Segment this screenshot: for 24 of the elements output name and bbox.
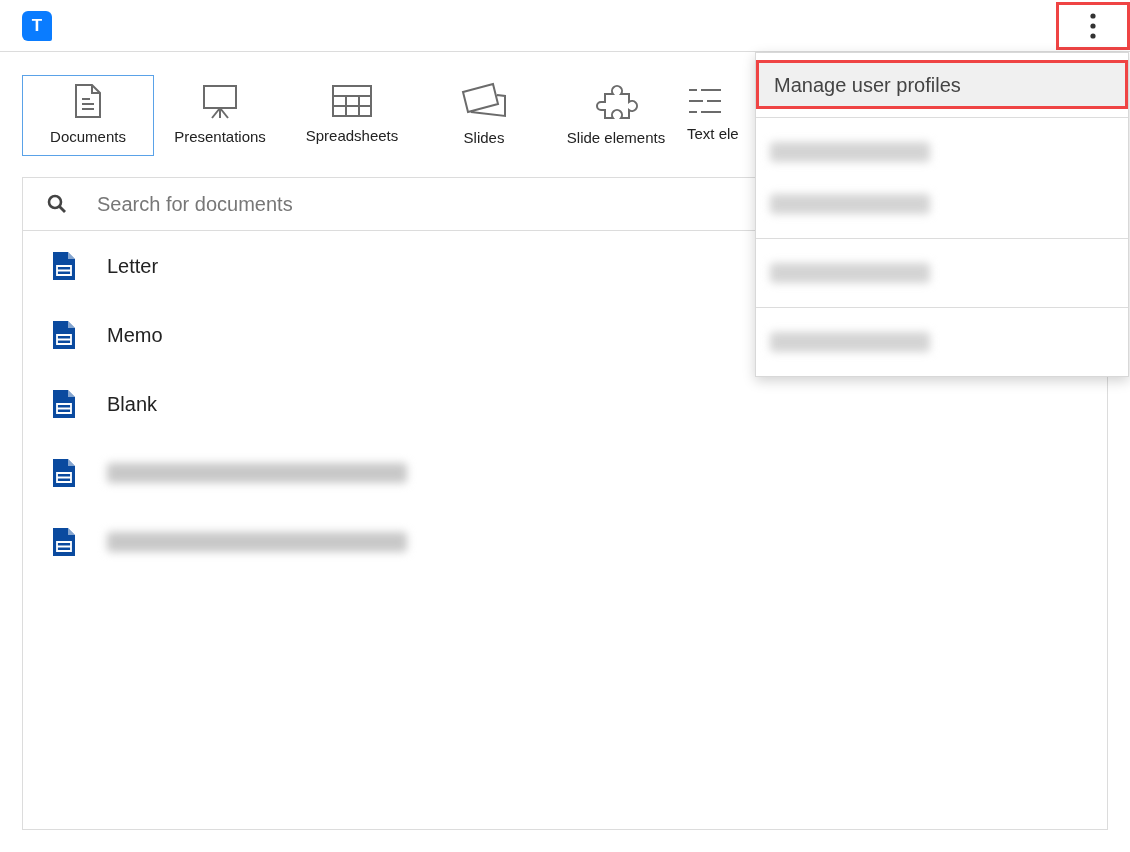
easel-icon bbox=[201, 82, 239, 119]
menu-item[interactable]: Manage user profiles bbox=[756, 60, 1128, 109]
category-tab[interactable]: Presentations bbox=[154, 75, 286, 156]
document-icon bbox=[53, 527, 75, 556]
category-tab[interactable]: Documents bbox=[22, 75, 154, 156]
document-icon bbox=[53, 458, 75, 487]
more-icon bbox=[1090, 12, 1096, 39]
category-tab[interactable]: Slide elements bbox=[550, 75, 682, 156]
search-field[interactable]: Search for documents bbox=[97, 178, 1107, 230]
document-icon bbox=[53, 389, 75, 418]
document-name[interactable]: Memo bbox=[107, 319, 163, 350]
app-logo[interactable]: T bbox=[22, 10, 52, 41]
search-icon bbox=[47, 194, 67, 214]
category-tab[interactable]: Spreadsheets bbox=[286, 75, 418, 156]
category-tab[interactable]: Text ele bbox=[682, 75, 746, 156]
more-menu-button[interactable] bbox=[1056, 1, 1130, 50]
table-icon bbox=[331, 83, 373, 118]
cards-icon bbox=[461, 81, 507, 120]
document-icon bbox=[53, 320, 75, 349]
document-name[interactable]: Blank bbox=[107, 388, 158, 419]
document-icon bbox=[53, 251, 75, 280]
category-tab[interactable]: Slides bbox=[418, 75, 550, 156]
document-name[interactable]: Letter bbox=[107, 250, 159, 281]
document-icon bbox=[73, 82, 103, 119]
